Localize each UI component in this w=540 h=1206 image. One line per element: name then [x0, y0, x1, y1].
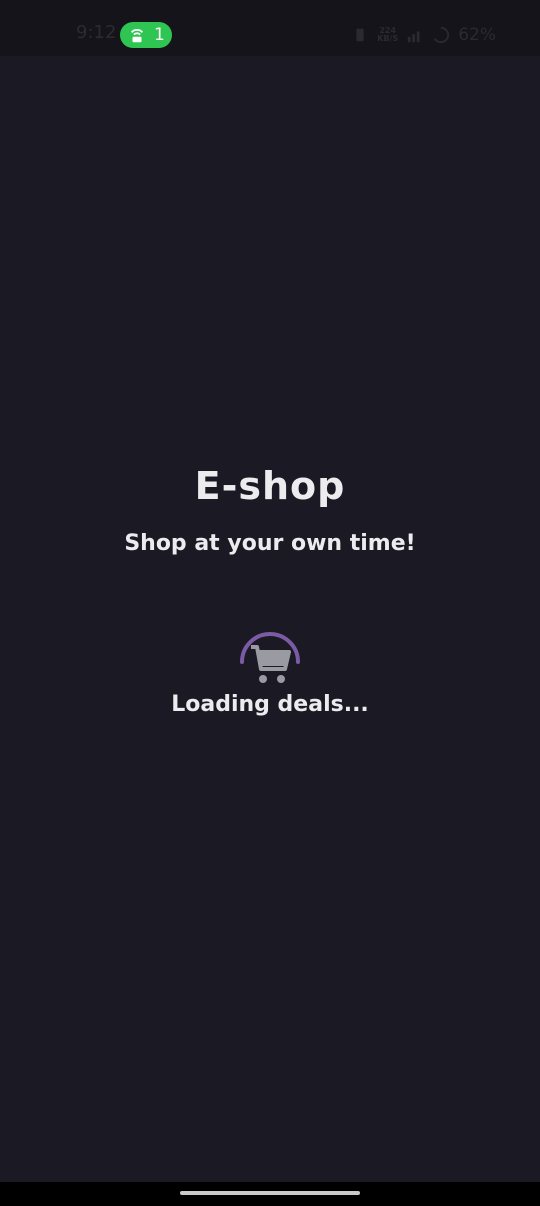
cart-icon [251, 645, 291, 683]
navigation-bar [0, 1182, 540, 1206]
app-title: E-shop [194, 464, 346, 508]
hotspot-count: 1 [154, 25, 165, 45]
status-bar: 9:12 1 224 KB/S 62% [0, 0, 540, 56]
status-icons: 224 KB/S 62% [351, 22, 496, 48]
hotspot-icon [130, 28, 144, 43]
app-tagline: Shop at your own time! [124, 531, 416, 556]
network-speed-unit: KB/S [377, 34, 399, 43]
home-indicator[interactable] [180, 1191, 360, 1195]
splash-content: E-shop Shop at your own time! [0, 462, 540, 558]
signal-icon [408, 31, 420, 43]
network-speed: 224 KB/S [377, 27, 398, 43]
battery-percent: 62% [458, 25, 496, 45]
hotspot-indicator[interactable]: 1 [120, 22, 172, 48]
battery-icon [434, 26, 450, 44]
vibrate-icon [356, 28, 364, 42]
loading-text: Loading deals... [171, 692, 369, 717]
status-time: 9:12 [76, 22, 117, 43]
loading-spinner [240, 632, 300, 683]
